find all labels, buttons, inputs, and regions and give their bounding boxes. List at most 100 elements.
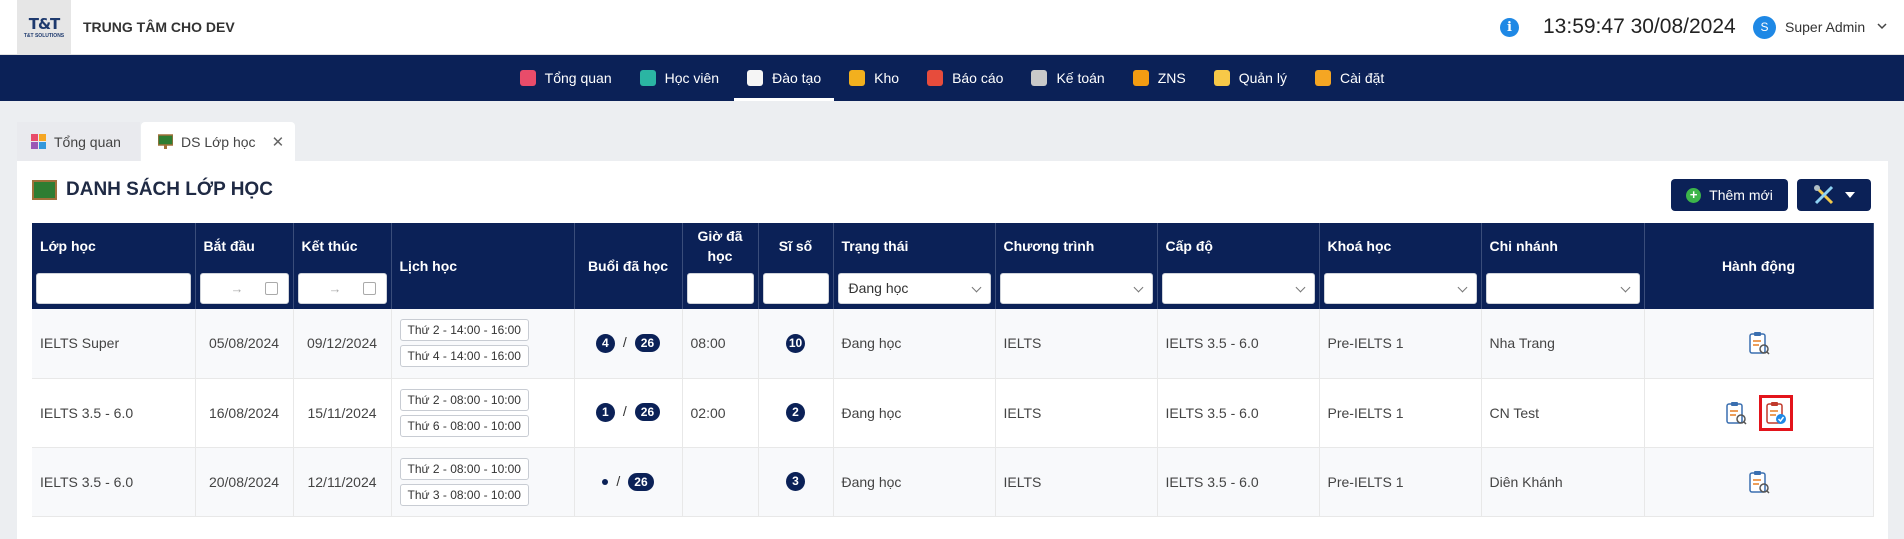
blackboard-icon [157, 134, 174, 149]
tab-overview[interactable]: Tổng quan [17, 122, 140, 161]
cell-sessions: / 26 [574, 447, 683, 517]
col-header-course[interactable]: Khoá học [1319, 223, 1482, 268]
course-filter-select[interactable] [1323, 273, 1477, 304]
clock-display: 13:59:47 30/08/2024 [1543, 15, 1736, 38]
nav-item-label: Đào tạo [772, 70, 822, 86]
cell-class[interactable]: IELTS 3.5 - 6.0 [32, 447, 196, 517]
class-table: Lớp học Bắt đầu Kết thúc Lịch học Buổi đ… [32, 223, 1874, 517]
sessions-done-dot [602, 478, 609, 485]
training-icon [747, 70, 764, 86]
cell-class[interactable]: IELTS 3.5 - 6.0 [32, 378, 196, 448]
top-header: T&T T&T SOLUTIONS TRUNG TÂM CHO DEV i 13… [0, 0, 1904, 55]
cell-sessions: 1 / 26 [574, 378, 683, 448]
nav-item-2[interactable]: Đào tạo [734, 55, 835, 101]
cell-level: IELTS 3.5 - 6.0 [1157, 447, 1320, 517]
logo-mark: T&T [28, 15, 61, 33]
chevron-down-icon [1620, 282, 1630, 293]
close-icon[interactable]: ✕ [272, 133, 285, 151]
nav-item-7[interactable]: Quản lý [1201, 55, 1300, 101]
class-list-panel: DANH SÁCH LỚP HỌC + Thêm mới Lớp học Bắt… [17, 161, 1888, 539]
page-title: DANH SÁCH LỚP HỌC [32, 179, 273, 201]
add-new-button[interactable]: + Thêm mới [1671, 179, 1788, 211]
col-header-start[interactable]: Bắt đầu [195, 223, 294, 268]
report-search-icon[interactable] [1748, 470, 1770, 494]
table-row[interactable]: IELTS 3.5 - 6.0 16/08/2024 15/11/2024 Th… [32, 378, 1874, 448]
calendar-icon [362, 282, 376, 295]
user-name[interactable]: Super Admin [1785, 19, 1865, 35]
cell-actions [1644, 309, 1874, 379]
chevron-down-icon[interactable] [1877, 21, 1887, 31]
logo-subtitle: T&T SOLUTIONS [23, 33, 65, 39]
status-filter-select[interactable]: Đang học [837, 273, 991, 304]
col-header-sessions[interactable]: Buổi đã học [574, 223, 683, 309]
cell-sessions: 4 / 26 [574, 309, 683, 379]
size-badge: 2 [786, 403, 805, 422]
col-header-class[interactable]: Lớp học [32, 223, 196, 268]
nav-item-4[interactable]: Báo cáo [914, 55, 1016, 101]
nav-item-label: Cài đặt [1339, 70, 1385, 86]
nav-item-label: Tổng quan [544, 70, 612, 86]
schedule-chip: Thứ 2 - 08:00 - 10:00 [399, 388, 529, 411]
col-header-status[interactable]: Trạng thái [833, 223, 996, 268]
highlighted-action[interactable] [1758, 394, 1793, 431]
col-header-size[interactable]: Sĩ số [758, 223, 834, 268]
end-date-filter[interactable]: → [297, 273, 387, 304]
info-icon[interactable]: i [1500, 18, 1519, 37]
nav-item-1[interactable]: Học viên [627, 55, 732, 101]
size-filter-input[interactable] [762, 273, 829, 304]
cell-schedule: Thứ 2 - 08:00 - 10:00 Thứ 3 - 08:00 - 10… [391, 447, 575, 517]
report-search-icon[interactable] [1748, 331, 1770, 355]
start-date-filter[interactable]: → [199, 273, 289, 304]
cell-end: 12/11/2024 [293, 447, 392, 517]
report-search-icon[interactable] [1725, 401, 1747, 425]
schedule-chip: Thứ 2 - 14:00 - 16:00 [399, 319, 529, 342]
cell-class[interactable]: IELTS Super [32, 309, 196, 379]
col-header-branch[interactable]: Chi nhánh [1481, 223, 1645, 268]
size-badge: 10 [786, 333, 805, 353]
nav-item-6[interactable]: ZNS [1120, 55, 1199, 101]
sessions-total-badge: 26 [628, 472, 654, 491]
cell-course: Pre-IELTS 1 [1319, 309, 1482, 379]
chevron-down-icon [971, 282, 981, 293]
cell-status: Đang học [833, 309, 996, 379]
table-row[interactable]: IELTS 3.5 - 6.0 20/08/2024 12/11/2024 Th… [32, 447, 1874, 517]
cell-start: 20/08/2024 [195, 447, 294, 517]
col-header-end[interactable]: Kết thúc [293, 223, 392, 268]
tab-overview-label: Tổng quan [54, 133, 121, 150]
cell-program: IELTS [995, 309, 1158, 379]
nav-item-8[interactable]: Cài đặt [1302, 55, 1397, 101]
schedule-chip: Thứ 4 - 14:00 - 16:00 [399, 345, 529, 368]
accounting-icon [1031, 70, 1048, 86]
nav-item-5[interactable]: Kế toán [1018, 55, 1117, 101]
tools-dropdown-button[interactable] [1797, 179, 1871, 211]
level-filter-select[interactable] [1161, 273, 1315, 304]
company-logo[interactable]: T&T T&T SOLUTIONS [17, 0, 71, 54]
zns-icon [1132, 70, 1149, 86]
cell-actions [1644, 378, 1874, 448]
hours-filter-input[interactable] [686, 273, 754, 304]
table-row[interactable]: IELTS Super 05/08/2024 09/12/2024 Thứ 2 … [32, 309, 1874, 379]
sessions-total-badge: 26 [634, 333, 661, 352]
tab-class-list[interactable]: DS Lớp học ✕ [141, 122, 295, 161]
nav-item-0[interactable]: Tổng quan [507, 55, 625, 101]
report-icon [927, 70, 944, 86]
verified-report-icon[interactable] [1765, 401, 1787, 425]
avatar[interactable]: S [1753, 16, 1776, 39]
branch-filter-select[interactable] [1485, 273, 1640, 304]
program-filter-select[interactable] [999, 273, 1153, 304]
table-header-row: Lớp học Bắt đầu Kết thúc Lịch học Buổi đ… [32, 223, 1874, 309]
nav-item-3[interactable]: Kho [836, 55, 912, 101]
col-header-schedule[interactable]: Lịch học [391, 223, 575, 309]
col-header-hours[interactable]: Giờ đã học [682, 223, 759, 268]
cell-start: 16/08/2024 [195, 378, 294, 448]
management-icon [1213, 70, 1230, 86]
cell-level: IELTS 3.5 - 6.0 [1157, 309, 1320, 379]
col-header-program[interactable]: Chương trình [995, 223, 1158, 268]
class-filter-input[interactable] [36, 273, 191, 304]
page-title-text: DANH SÁCH LỚP HỌC [66, 179, 273, 200]
sessions-done-badge: 4 [595, 333, 615, 353]
col-header-level[interactable]: Cấp độ [1157, 223, 1320, 268]
size-badge: 3 [786, 472, 805, 491]
cell-size: 2 [758, 378, 834, 448]
chevron-down-icon [1295, 282, 1305, 293]
